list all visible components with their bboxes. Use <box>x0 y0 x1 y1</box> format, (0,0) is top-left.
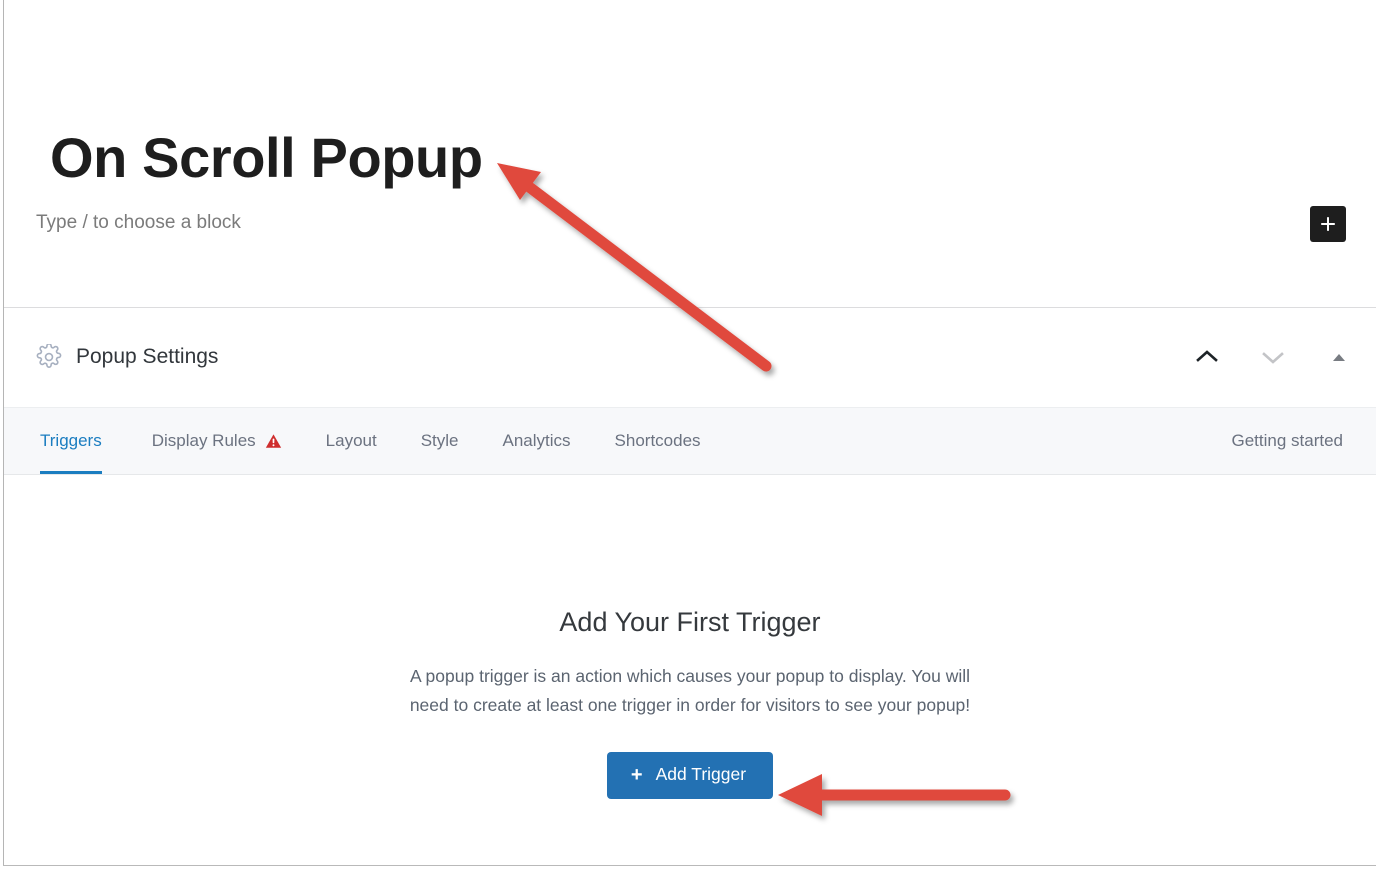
getting-started-link[interactable]: Getting started <box>1231 408 1343 474</box>
tab-triggers[interactable]: Triggers <box>40 408 130 474</box>
tab-display-rules[interactable]: Display Rules <box>130 408 304 474</box>
tab-shortcodes[interactable]: Shortcodes <box>593 408 723 474</box>
panel-title-group: Popup Settings <box>36 344 218 370</box>
tab-style[interactable]: Style <box>399 408 481 474</box>
triggers-empty-state: Add Your First Trigger A popup trigger i… <box>4 475 1376 799</box>
tab-analytics[interactable]: Analytics <box>481 408 593 474</box>
settings-tab-bar: Triggers Display Rules Layout Style Anal… <box>4 407 1376 475</box>
tab-label: Display Rules <box>151 431 256 450</box>
block-editor-canvas: On Scroll Popup Type / to choose a block <box>4 0 1376 307</box>
tab-layout[interactable]: Layout <box>304 408 399 474</box>
tab-label: Layout <box>325 431 377 450</box>
empty-state-title: Add Your First Trigger <box>559 607 821 637</box>
tab-label: Style <box>420 431 459 450</box>
block-inserter-button[interactable] <box>1310 206 1346 242</box>
tab-label: Triggers <box>40 431 102 450</box>
panel-title: Popup Settings <box>76 345 219 368</box>
popup-editor-screen: On Scroll Popup Type / to choose a block… <box>0 0 1376 873</box>
tab-list: Triggers Display Rules Layout Style Anal… <box>40 408 723 474</box>
getting-started-label: Getting started <box>1231 431 1343 450</box>
move-up-icon[interactable] <box>1192 344 1222 370</box>
plus-icon <box>1318 214 1338 234</box>
warning-triangle-icon <box>265 432 282 450</box>
window-bottom-border <box>3 865 1376 866</box>
gear-icon <box>36 344 62 370</box>
move-down-icon[interactable] <box>1258 344 1288 370</box>
tab-label: Shortcodes <box>614 431 701 450</box>
panel-actions <box>1192 344 1354 370</box>
plus-icon: + <box>630 763 643 786</box>
block-placeholder-text[interactable]: Type / to choose a block <box>36 208 241 238</box>
toggle-panel-icon[interactable] <box>1324 344 1354 370</box>
empty-state-description: A popup trigger is an action which cause… <box>409 666 971 715</box>
tab-label: Analytics <box>502 431 571 450</box>
page-title[interactable]: On Scroll Popup <box>50 126 483 190</box>
add-trigger-button[interactable]: + Add Trigger <box>606 751 774 799</box>
popup-settings-panel-header: Popup Settings <box>4 308 1376 407</box>
add-trigger-label: Add Trigger <box>655 764 747 785</box>
